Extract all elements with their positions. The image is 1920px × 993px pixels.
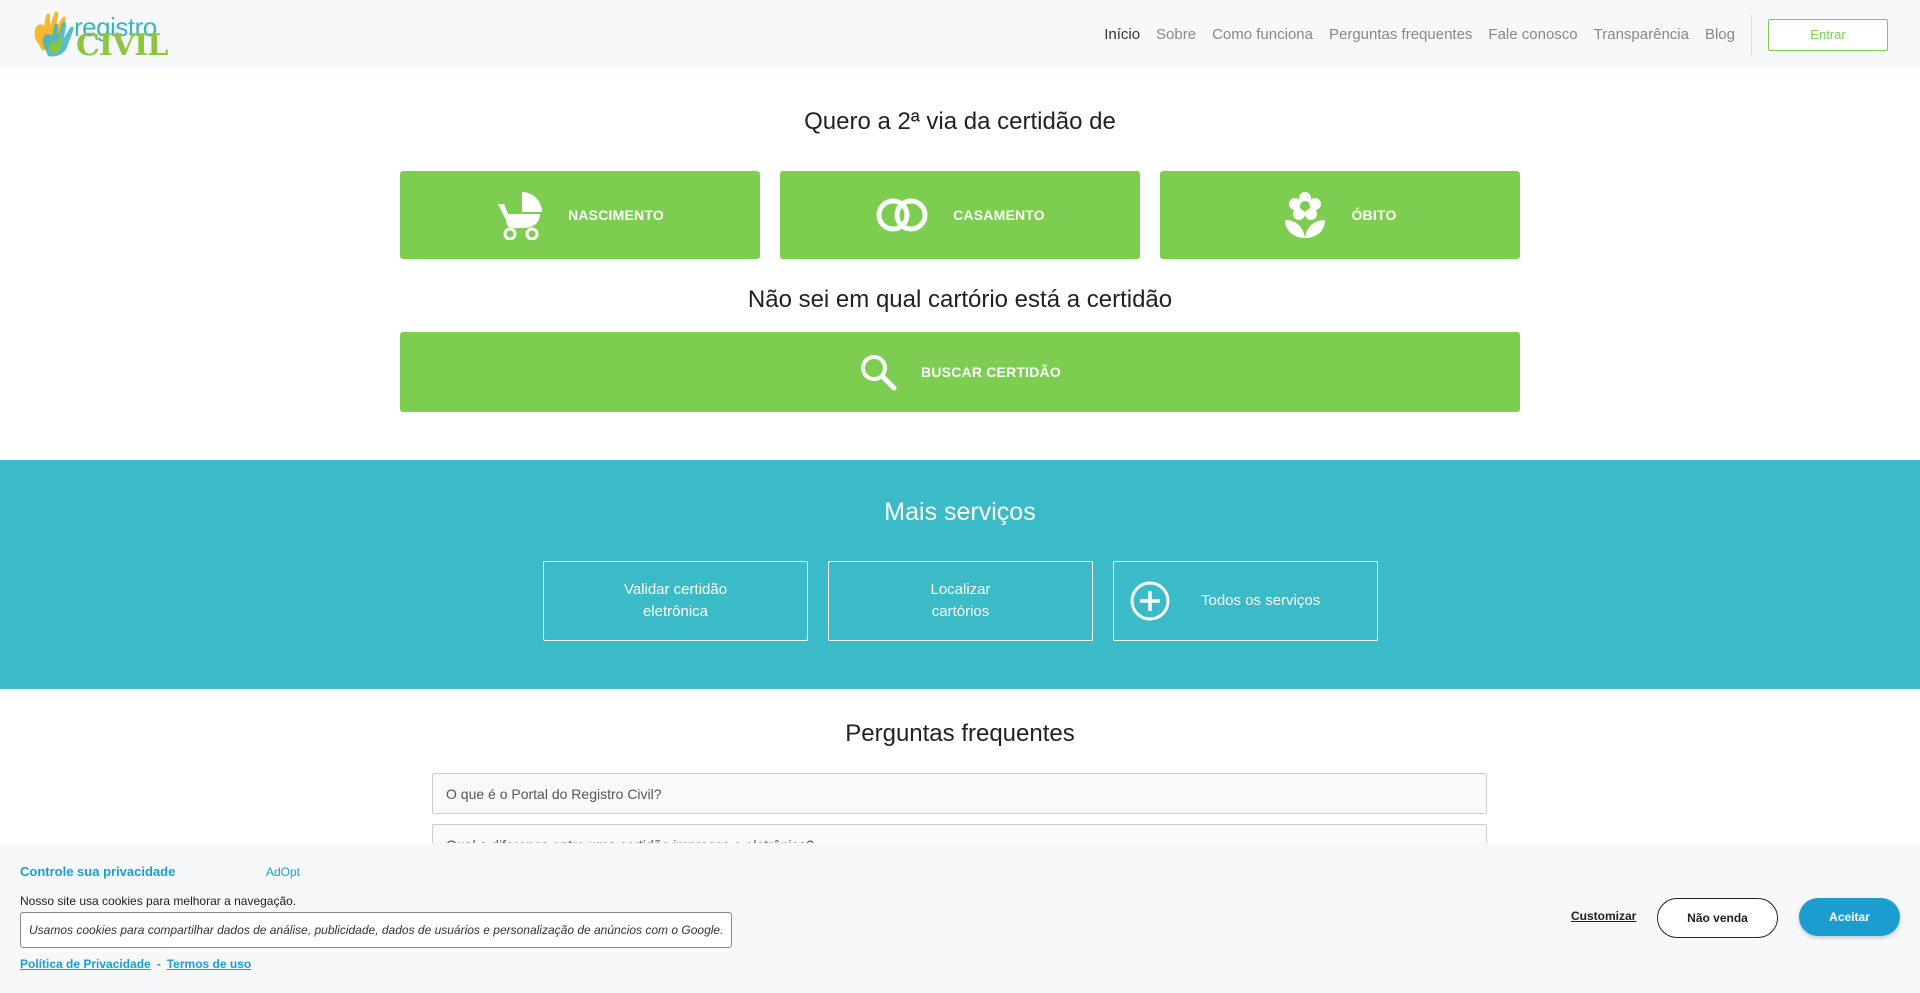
validar-certidao-line1: Validar certidão <box>623 581 728 598</box>
header: registro CIVIL Início Sobre Como funcion… <box>0 0 1920 69</box>
plus-circle-icon <box>1130 581 1170 621</box>
cookie-links: Política de Privacidade - Termos de uso <box>20 957 251 971</box>
customize-button[interactable]: Customizar <box>1571 909 1636 923</box>
busca-title: Não sei em qual cartório está a certidão <box>747 286 1173 313</box>
obito-label: ÓBITO <box>1351 207 1397 223</box>
buscar-certidao-label: BUSCAR CERTIDÃO <box>921 364 1061 380</box>
do-not-sell-button[interactable]: Não venda <box>1657 898 1778 938</box>
accept-cookies-button[interactable]: Aceitar <box>1799 898 1900 936</box>
validar-certidao-text: Validar certidão eletrônica <box>624 579 727 623</box>
nav-como-funciona[interactable]: Como funciona <box>1212 26 1313 43</box>
cookie-detail-box: Usamos cookies para compartilhar dados d… <box>20 912 732 948</box>
nav-blog[interactable]: Blog <box>1705 26 1735 43</box>
flower-icon <box>1285 192 1326 238</box>
link-separator: - <box>156 957 161 971</box>
localizar-cartorios-line2: cartórios <box>931 603 990 620</box>
terms-of-use-link[interactable]: Termos de uso <box>167 957 251 971</box>
hands-logo-icon <box>34 11 74 57</box>
mais-servicos-section: Mais serviços Validar certidão eletrônic… <box>0 460 1920 689</box>
cookie-description: Nosso site usa cookies para melhorar a n… <box>20 894 297 908</box>
nav-perguntas-frequentes[interactable]: Perguntas frequentes <box>1329 26 1472 43</box>
adopt-brand-link[interactable]: AdOpt <box>266 865 300 879</box>
nascimento-card[interactable]: NASCIMENTO <box>400 171 760 259</box>
main-nav: Início Sobre Como funciona Perguntas fre… <box>1104 0 1920 69</box>
nav-transparencia[interactable]: Transparência <box>1594 26 1689 43</box>
registro-civil-logo[interactable]: registro CIVIL <box>30 10 168 63</box>
buscar-certidao-button[interactable]: BUSCAR CERTIDÃO <box>400 332 1520 412</box>
nav-sobre[interactable]: Sobre <box>1156 26 1196 43</box>
validar-certidao-line2: eletrônica <box>642 603 709 620</box>
obito-card[interactable]: ÓBITO <box>1160 171 1520 259</box>
nav-inicio[interactable]: Início <box>1104 26 1140 43</box>
search-icon <box>861 355 897 391</box>
validar-certidao-card[interactable]: Validar certidão eletrônica <box>543 561 808 641</box>
cookie-consent-bar: Controle sua privacidade AdOpt Nosso sit… <box>0 843 1920 993</box>
certidao-title: Quero a 2ª via da certidão de <box>804 108 1116 135</box>
wedding-rings-icon <box>876 198 928 232</box>
todos-servicos-card[interactable]: Todos os serviços <box>1113 561 1378 641</box>
nav-divider <box>1751 14 1752 55</box>
todos-servicos-label: Todos os serviços <box>1201 592 1321 609</box>
logo-text-civil: CIVIL <box>76 28 168 63</box>
faq-item[interactable]: O que é o Portal do Registro Civil? <box>432 773 1487 814</box>
localizar-cartorios-line1: Localizar <box>930 581 991 598</box>
casamento-card[interactable]: CASAMENTO <box>780 171 1140 259</box>
faq-title: Perguntas frequentes <box>845 720 1075 747</box>
privacy-policy-link[interactable]: Política de Privacidade <box>20 957 151 971</box>
nav-fale-conosco[interactable]: Fale conosco <box>1488 26 1577 43</box>
mais-servicos-title: Mais serviços <box>884 498 1036 526</box>
nascimento-label: NASCIMENTO <box>568 207 664 223</box>
login-button[interactable]: Entrar <box>1768 18 1888 51</box>
casamento-label: CASAMENTO <box>953 207 1045 223</box>
baby-carriage-icon <box>498 192 543 240</box>
localizar-cartorios-card[interactable]: Localizar cartórios <box>828 561 1093 641</box>
cookie-title: Controle sua privacidade <box>20 864 176 879</box>
localizar-cartorios-text: Localizar cartórios <box>930 579 990 623</box>
